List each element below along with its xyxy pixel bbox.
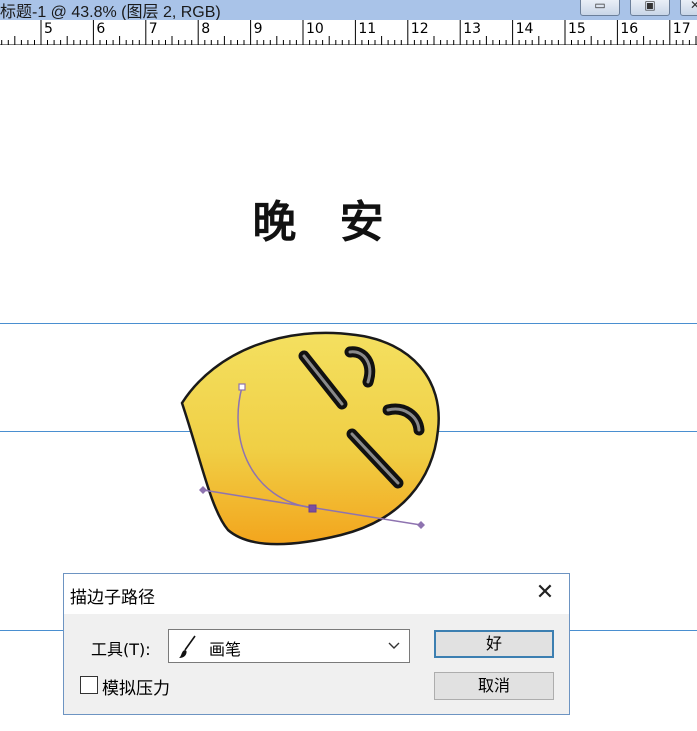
- ok-button[interactable]: 好: [434, 630, 554, 658]
- restore-icon: ▣: [644, 0, 656, 12]
- tool-select-value: 画笔: [209, 640, 242, 659]
- ruler-label: 8: [201, 21, 210, 37]
- emoji-face: [180, 331, 440, 546]
- dialog-titlebar[interactable]: 描边子路径 ✕: [64, 574, 569, 614]
- chevron-down-icon: [388, 642, 400, 649]
- stroke-subpath-dialog[interactable]: 描边子路径 ✕ 工具(T): 画笔 模拟压力 好 取消: [63, 573, 570, 715]
- ruler-label: 14: [516, 21, 534, 37]
- simulate-pressure-label[interactable]: 模拟压力: [102, 674, 170, 699]
- greeting-text: 晚 安: [252, 197, 398, 248]
- anchor-point: [238, 383, 246, 391]
- dialog-close-icon[interactable]: ✕: [533, 582, 557, 606]
- ruler-label: 15: [568, 21, 586, 37]
- ruler-label: 6: [96, 21, 105, 37]
- ruler-label: 16: [620, 21, 638, 37]
- ruler-label: 17: [673, 21, 691, 37]
- guide-line[interactable]: [0, 323, 697, 324]
- cancel-button[interactable]: 取消: [434, 672, 554, 700]
- horizontal-ruler[interactable]: 5 6 7 8 9 10 11 12 13 14 15 16 17: [0, 20, 697, 45]
- document-title: 标题-1 @ 43.8% (图层 2, RGB): [0, 4, 221, 21]
- tool-select[interactable]: 画笔: [168, 629, 410, 663]
- ruler-scale: 5 6 7 8 9 10 11 12 13 14 15 16 17: [1, 20, 697, 45]
- dialog-title: 描边子路径: [70, 588, 155, 608]
- close-window-button[interactable]: ✕: [680, 0, 697, 16]
- handle-point: [417, 521, 425, 529]
- minimize-icon: ▭: [594, 0, 606, 12]
- ruler-label: 10: [306, 21, 324, 37]
- document-titlebar: 标题-1 @ 43.8% (图层 2, RGB) ▭ ▣ ✕: [0, 0, 697, 21]
- close-icon: ✕: [689, 0, 697, 12]
- restore-button[interactable]: ▣: [630, 0, 670, 16]
- ruler-label: 12: [411, 21, 429, 37]
- tool-label: 工具(T):: [91, 640, 151, 659]
- handle-point: [199, 486, 207, 494]
- simulate-pressure-checkbox[interactable]: [80, 676, 98, 694]
- ruler-label: 9: [254, 21, 263, 37]
- ruler-label: 11: [358, 21, 376, 37]
- anchor-point-selected: [308, 504, 317, 513]
- ruler-label: 5: [44, 21, 53, 37]
- ruler-label: 13: [463, 21, 481, 37]
- minimize-button[interactable]: ▭: [580, 0, 620, 16]
- ruler-label: 7: [149, 21, 158, 37]
- brush-icon: [179, 635, 196, 658]
